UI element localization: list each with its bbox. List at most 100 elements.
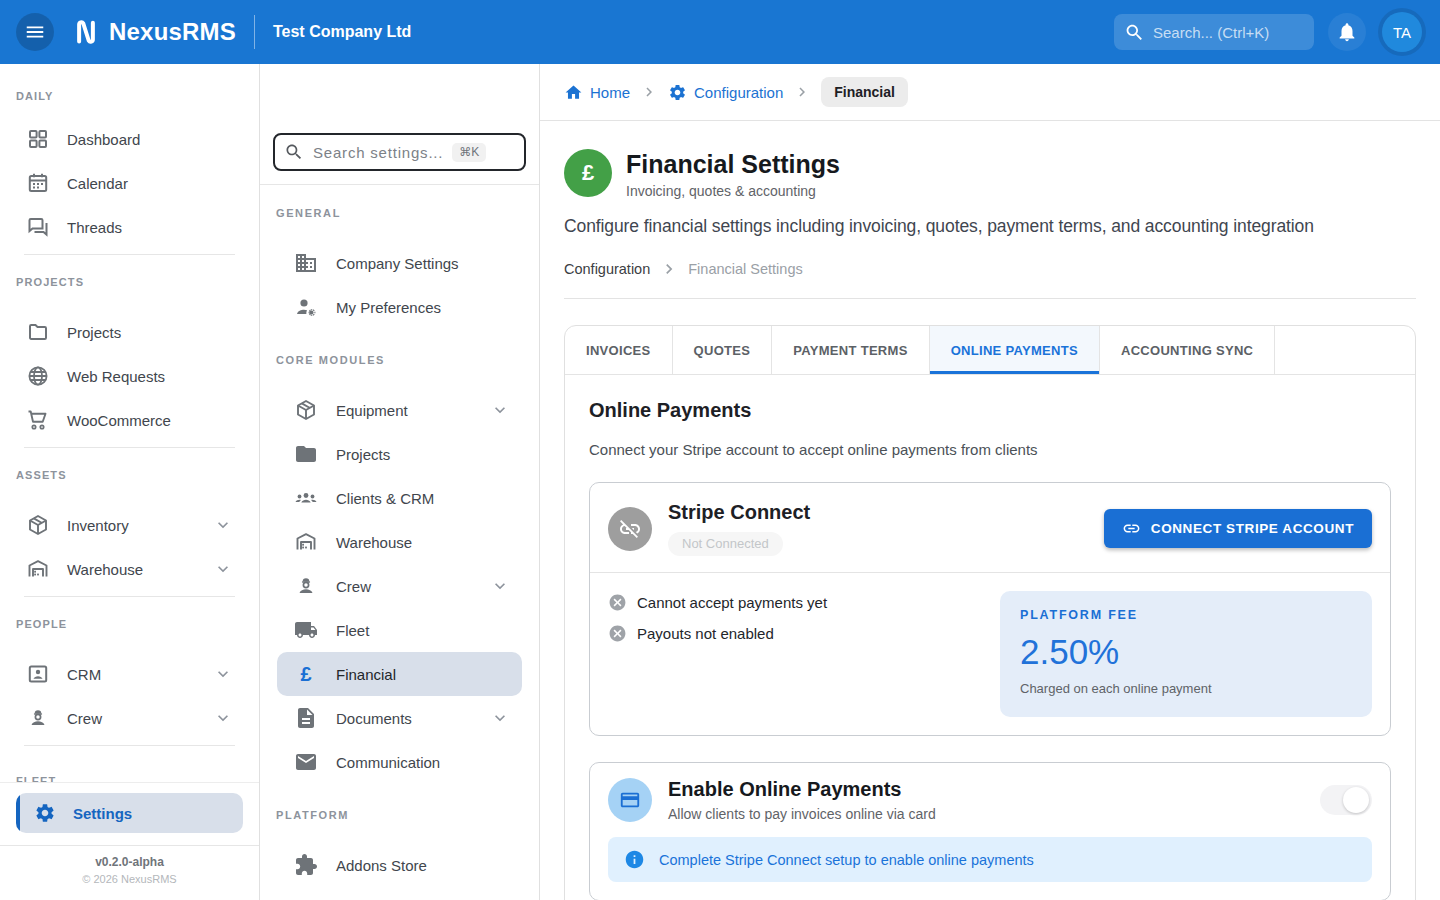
tab-payment-terms[interactable]: PAYMENT TERMS [772, 326, 929, 374]
tab-quotes[interactable]: QUOTES [673, 326, 773, 374]
settings-card: INVOICES QUOTES PAYMENT TERMS ONLINE PAY… [564, 325, 1416, 900]
gear-icon [668, 83, 687, 102]
divider [564, 298, 1416, 299]
chevron-right-icon [659, 259, 679, 279]
search-icon [284, 142, 304, 162]
settings-item-clients-crm[interactable]: Clients & CRM [277, 476, 522, 520]
status-cannot-accept: Cannot accept payments yet [608, 593, 827, 612]
platform-fee-panel: PLATFORM FEE 2.50% Charged on each onlin… [1000, 591, 1372, 717]
breadcrumb-current: Financial [821, 77, 908, 107]
page-description: Configure financial settings including i… [564, 216, 1416, 237]
search-icon [1124, 22, 1145, 43]
enable-subtitle: Allow clients to pay invoices online via… [668, 806, 936, 822]
settings-search-input[interactable]: Search settings... ⌘K [273, 133, 526, 171]
shortcut-badge: ⌘K [452, 143, 486, 162]
group-label-core-modules: CORE MODULES [260, 329, 539, 370]
pound-icon: £ [294, 663, 318, 686]
sidebar-item-web-requests[interactable]: Web Requests [0, 354, 259, 398]
sidebar-item-calendar[interactable]: Calendar [0, 161, 259, 205]
settings-item-crew[interactable]: Crew [277, 564, 522, 608]
section-label-daily: DAILY [0, 64, 259, 106]
credit-card-icon [608, 778, 652, 822]
gear-icon [34, 802, 56, 824]
settings-item-communication[interactable]: Communication [277, 740, 522, 784]
folder-icon [26, 320, 50, 344]
sidebar-item-inventory[interactable]: Inventory [0, 503, 259, 547]
sidebar-item-woocommerce[interactable]: WooCommerce [0, 398, 259, 442]
document-icon [294, 706, 318, 730]
info-icon [624, 849, 645, 870]
breadcrumb-home[interactable]: Home [564, 83, 630, 102]
page-header: £ Financial Settings Invoicing, quotes &… [564, 149, 1416, 199]
header-divider [254, 15, 255, 49]
box-icon [294, 398, 318, 422]
stripe-connect-card: Stripe Connect Not Connected CONNECT STR… [589, 482, 1391, 736]
calendar-icon [26, 171, 50, 195]
global-search[interactable]: Search... (Ctrl+K) [1114, 14, 1314, 50]
sidebar-bottom: Settings v0.2.0-alpha © 2026 NexusRMS [0, 782, 259, 900]
section-heading: Online Payments [589, 399, 1391, 422]
link-off-icon [608, 507, 652, 551]
settings-item-documents[interactable]: Documents [277, 696, 522, 740]
main-content: Home Configuration Financial £ Financial… [540, 64, 1440, 900]
globe-icon [26, 364, 50, 388]
settings-item-my-preferences[interactable]: My Preferences [277, 285, 522, 329]
settings-item-company-settings[interactable]: Company Settings [277, 241, 522, 285]
main-sidebar: DAILY Dashboard Calendar Threads PROJECT… [0, 64, 260, 900]
fee-value: 2.50% [1020, 632, 1352, 672]
chevron-down-icon [490, 708, 510, 728]
status-chip: Not Connected [668, 532, 783, 556]
online-payments-panel: Online Payments Connect your Stripe acco… [565, 375, 1415, 900]
settings-search-placeholder: Search settings... [313, 144, 443, 161]
settings-item-equipment[interactable]: Equipment [277, 388, 522, 432]
toggle-thumb [1343, 787, 1369, 813]
tab-online-payments[interactable]: ONLINE PAYMENTS [930, 326, 1100, 374]
chevron-down-icon [213, 664, 233, 684]
breadcrumb-configuration[interactable]: Configuration [668, 83, 783, 102]
global-search-placeholder: Search... (Ctrl+K) [1153, 24, 1269, 41]
settings-item-fleet[interactable]: Fleet [277, 608, 522, 652]
settings-item-projects[interactable]: Projects [277, 432, 522, 476]
chevron-down-icon [490, 576, 510, 596]
cart-icon [26, 408, 50, 432]
cancel-icon [608, 593, 627, 612]
sidebar-item-projects[interactable]: Projects [0, 310, 259, 354]
tab-accounting-sync[interactable]: ACCOUNTING SYNC [1100, 326, 1275, 374]
settings-item-addons-store[interactable]: Addons Store [277, 843, 522, 887]
chevron-right-icon [793, 83, 811, 101]
puzzle-icon [294, 853, 318, 877]
brand-logo[interactable]: NexusRMS [71, 17, 236, 47]
secondary-breadcrumb: Configuration Financial Settings [564, 259, 1416, 279]
sidebar-item-crew[interactable]: Crew [0, 696, 259, 740]
section-label-assets: ASSETS [0, 448, 259, 485]
section-label-people: PEOPLE [0, 597, 259, 634]
menu-button[interactable] [16, 13, 54, 51]
crumb-configuration[interactable]: Configuration [564, 261, 650, 277]
sidebar-item-warehouse[interactable]: Warehouse [0, 547, 259, 591]
tab-invoices[interactable]: INVOICES [565, 326, 673, 374]
sidebar-item-crm[interactable]: CRM [0, 652, 259, 696]
user-gear-icon [294, 295, 318, 319]
avatar[interactable]: TA [1382, 12, 1422, 52]
enable-payments-toggle[interactable] [1320, 785, 1372, 815]
enable-title: Enable Online Payments [668, 778, 936, 801]
chevron-down-icon [213, 559, 233, 579]
crumb-current: Financial Settings [688, 261, 802, 277]
enable-payments-card: Enable Online Payments Allow clients to … [589, 762, 1391, 900]
section-description: Connect your Stripe account to accept on… [589, 441, 1391, 458]
connect-stripe-button[interactable]: CONNECT STRIPE ACCOUNT [1104, 509, 1372, 548]
sidebar-item-settings[interactable]: Settings [16, 793, 243, 833]
brand-name: NexusRMS [109, 18, 236, 46]
sidebar-item-threads[interactable]: Threads [0, 205, 259, 249]
chevron-down-icon [213, 708, 233, 728]
dashboard-icon [26, 127, 50, 151]
home-icon [564, 83, 583, 102]
sidebar-item-dashboard[interactable]: Dashboard [0, 117, 259, 161]
fee-caption: Charged on each online payment [1020, 681, 1352, 696]
settings-item-financial[interactable]: £ Financial [277, 652, 522, 696]
notifications-button[interactable] [1328, 13, 1366, 51]
warehouse-icon [294, 530, 318, 554]
settings-item-warehouse[interactable]: Warehouse [277, 520, 522, 564]
folder-icon [294, 442, 318, 466]
group-label-platform: PLATFORM [260, 784, 539, 825]
